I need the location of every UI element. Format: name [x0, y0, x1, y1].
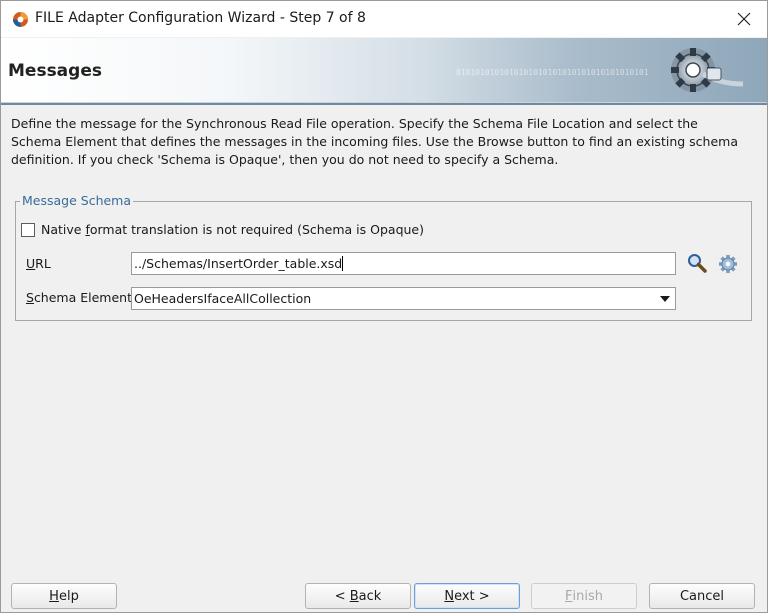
instructions-text: Define the message for the Synchronous R… [11, 116, 738, 167]
close-icon [737, 12, 751, 26]
opaque-checkbox[interactable] [21, 222, 35, 237]
message-schema-legend: Message Schema [20, 193, 134, 208]
opaque-checkbox-label: Native format translation is not require… [41, 222, 424, 237]
oracle-app-icon [13, 12, 28, 27]
search-icon[interactable] [686, 252, 708, 274]
content-panel: Define the message for the Synchronous R… [1, 105, 767, 575]
back-button[interactable]: < Back [305, 583, 411, 609]
window-title: FILE Adapter Configuration Wizard - Step… [35, 10, 366, 26]
adapter-gear-icon [671, 48, 744, 92]
text-caret [342, 256, 344, 271]
gear-icon[interactable] [718, 254, 738, 274]
help-button[interactable]: Help [11, 583, 117, 609]
message-schema-group: Message Schema Native format translation… [15, 193, 752, 321]
button-bar: Help < Back Next > Finish Cancel [1, 575, 767, 612]
schema-element-label: Schema Element [26, 290, 132, 305]
chevron-down-icon [660, 296, 670, 302]
binary-watermark: 0101010101010101010101010101010101010101 [456, 68, 649, 77]
next-button[interactable]: Next > [414, 583, 520, 609]
url-input[interactable]: ../Schemas/InsertOrder_table.xsd [131, 252, 676, 275]
cancel-button[interactable]: Cancel [649, 583, 755, 609]
close-button[interactable] [721, 1, 767, 37]
schema-element-select[interactable]: OeHeadersIfaceAllCollection [131, 287, 676, 310]
schema-element-value: OeHeadersIfaceAllCollection [134, 291, 312, 306]
opaque-checkbox-row[interactable]: Native format translation is not require… [21, 222, 424, 237]
title-bar: FILE Adapter Configuration Wizard - Step… [1, 1, 767, 37]
page-title: Messages [8, 61, 102, 81]
finish-button[interactable]: Finish [531, 583, 637, 609]
url-label: URL [26, 256, 51, 271]
header-banner: Messages 0101010101010101010101010101010… [1, 38, 767, 103]
wizard-window: FILE Adapter Configuration Wizard - Step… [0, 0, 768, 613]
